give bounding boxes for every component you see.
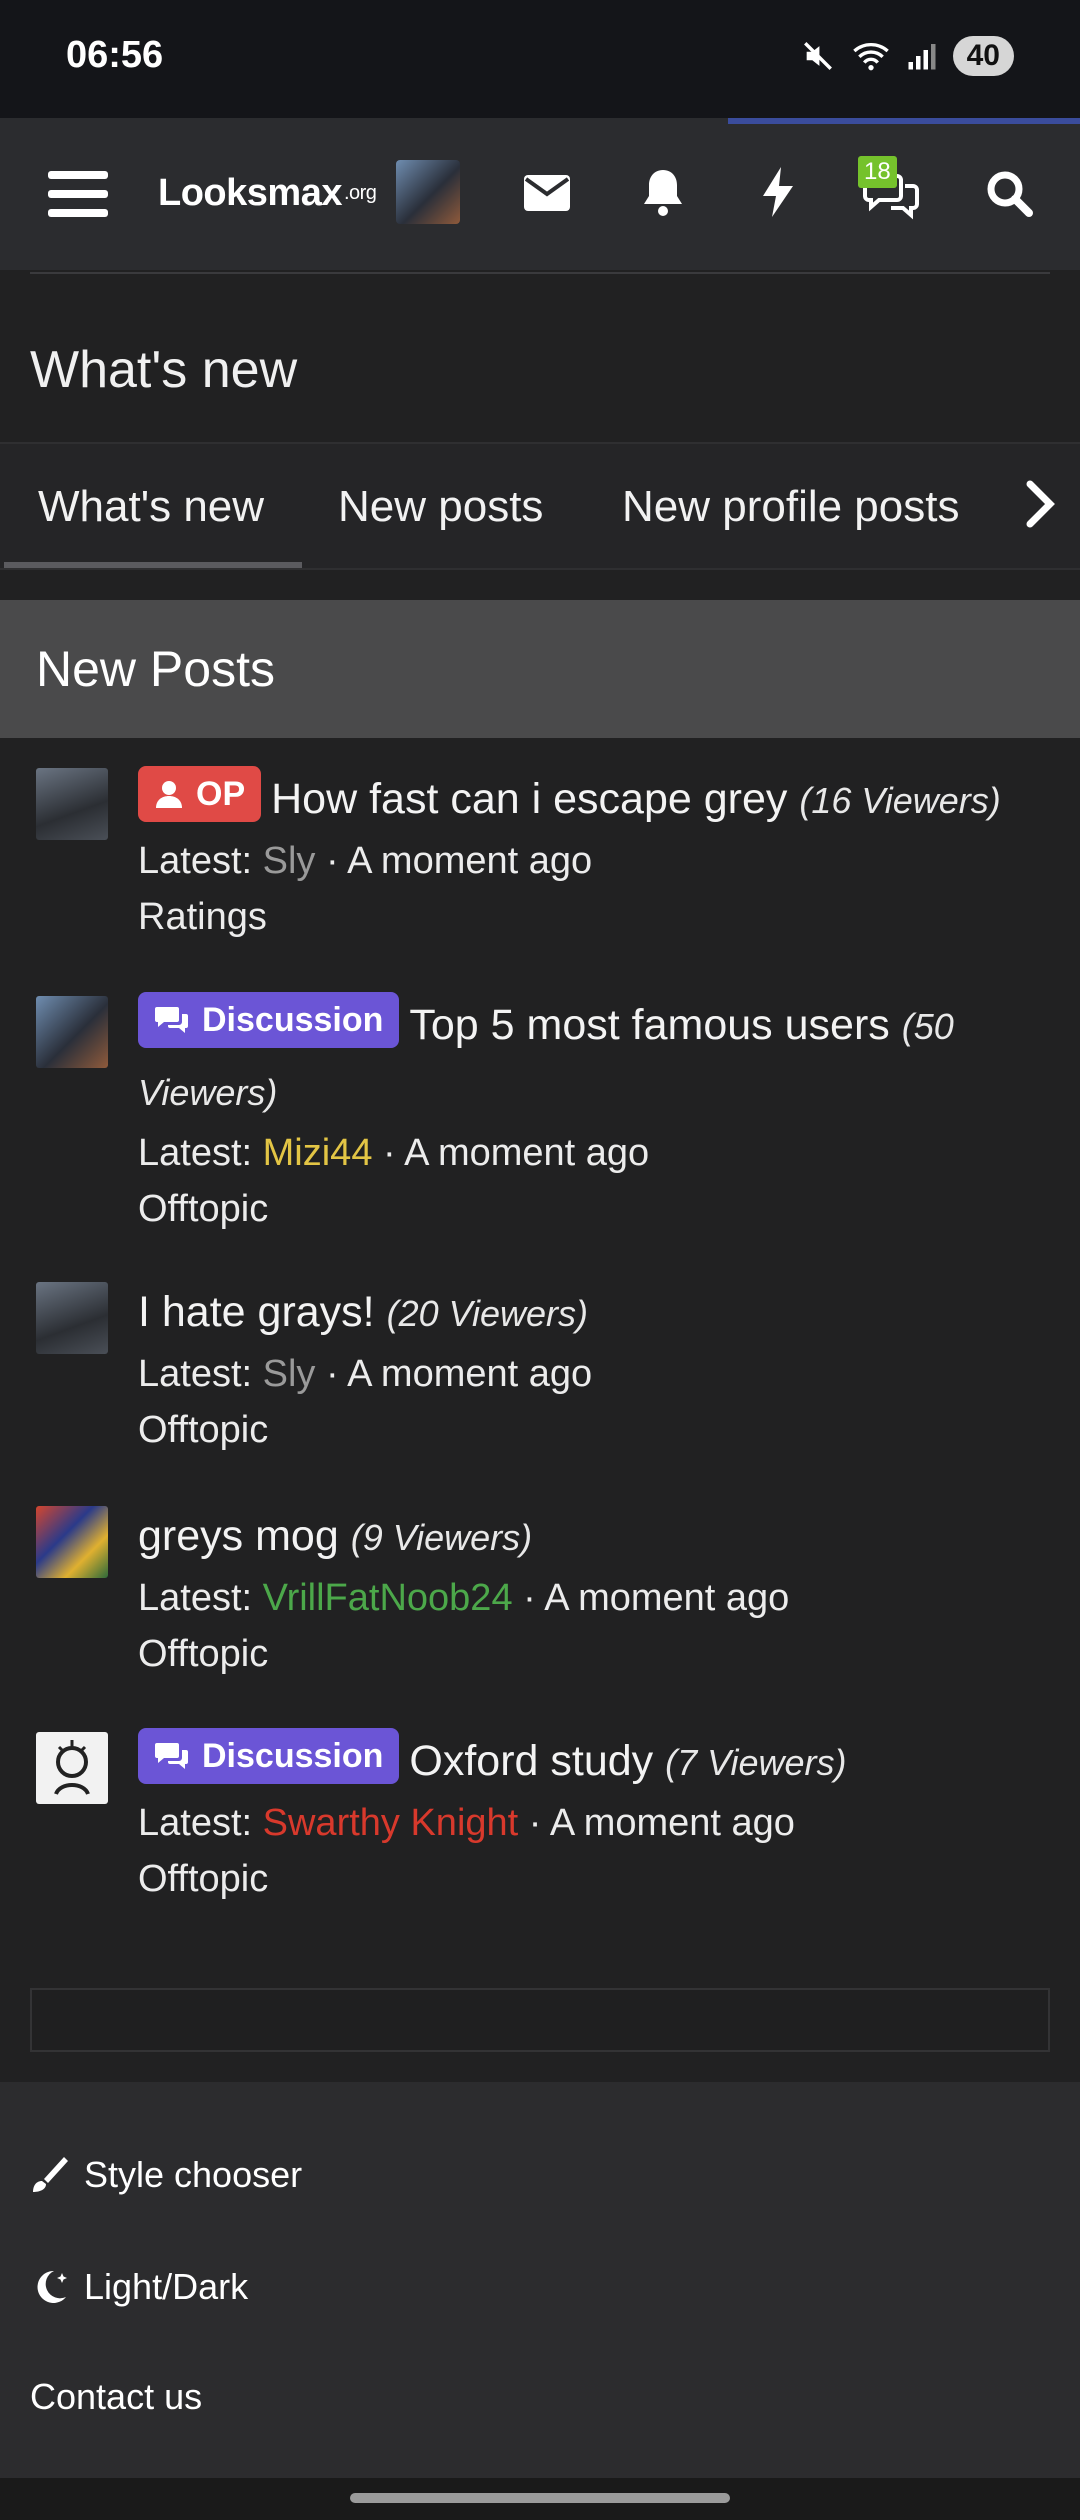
tab-new-posts[interactable]: New posts (338, 482, 543, 532)
lightning-icon (763, 167, 793, 217)
contact-us-link[interactable]: Contact us (30, 2376, 202, 2418)
thread-title[interactable]: Oxford study (409, 1737, 653, 1785)
latest-prefix: Latest: (138, 1802, 253, 1844)
content-footer-box (30, 1988, 1050, 2052)
site-logo[interactable]: Lᴏᴏksmax .org (158, 172, 377, 215)
paintbrush-icon (33, 2157, 68, 2192)
tabs-scroll-right[interactable] (1020, 478, 1070, 534)
site-header: Lᴏᴏksmax .org 18 (0, 118, 1080, 270)
viewer-count: (20 Viewers) (386, 1293, 589, 1334)
forum-name[interactable]: Offtopic (138, 1402, 1038, 1458)
chat-icon (155, 1743, 188, 1769)
discussion-label: Discussion (138, 1728, 400, 1784)
section-header: New Posts (0, 600, 1080, 738)
inbox-button[interactable] (520, 166, 574, 220)
latest-user[interactable]: Swarthy Knight (263, 1802, 519, 1844)
header-divider (30, 272, 1050, 274)
status-time: 06:56 (66, 34, 164, 76)
forum-name[interactable]: Ratings (138, 889, 1038, 945)
thread-title[interactable]: How fast can i escape grey (271, 775, 787, 823)
tab-active-indicator (4, 562, 302, 568)
status-icons: 40 (801, 36, 1014, 76)
latest-prefix: Latest: (138, 1132, 253, 1174)
envelope-icon (524, 175, 570, 211)
avatar[interactable] (36, 996, 108, 1068)
forum-name[interactable]: Offtopic (138, 1851, 1038, 1907)
alerts-button[interactable] (636, 162, 690, 222)
home-gesture-pill[interactable] (350, 2493, 730, 2503)
menu-button[interactable] (46, 168, 110, 220)
thread-title[interactable]: I hate grays! (138, 1288, 375, 1336)
user-avatar[interactable] (396, 160, 460, 224)
latest-user[interactable]: Sly (263, 1353, 316, 1395)
notification-count-badge: 18 (858, 156, 897, 188)
chat-icon (155, 1007, 188, 1033)
post-time: · A moment ago (528, 1802, 795, 1844)
avatar[interactable] (36, 768, 108, 840)
user-icon (156, 781, 182, 808)
latest-user[interactable]: Mizi44 (263, 1132, 373, 1174)
status-bar: 06:56 40 (0, 0, 1080, 118)
discussion-label: Discussion (138, 992, 400, 1048)
post-time: · A moment ago (326, 840, 593, 882)
chevron-right-icon (1026, 480, 1055, 528)
viewer-count: (9 Viewers) (350, 1517, 533, 1558)
page-footer: Style chooser Light/Dark Contact us (0, 2082, 1080, 2478)
section-title: New Posts (36, 641, 275, 697)
logo-suffix: .org (343, 182, 377, 204)
tab-bar: What's new New posts New profile posts (0, 442, 1080, 570)
post-time: · A moment ago (383, 1132, 650, 1174)
battery-indicator: 40 (952, 36, 1014, 76)
post-time: · A moment ago (523, 1577, 790, 1619)
wifi-icon (852, 43, 889, 71)
moon-icon (37, 2270, 67, 2303)
signal-icon (908, 44, 936, 70)
tab-whats-new[interactable]: What's new (38, 482, 264, 532)
tab-new-profile-posts[interactable]: New profile posts (622, 482, 959, 532)
page-title: What's new (30, 341, 298, 399)
avatar[interactable] (36, 1506, 108, 1578)
op-label: OP (138, 766, 262, 822)
avatar-emblem (54, 1740, 90, 1795)
forum-name[interactable]: Offtopic (138, 1181, 1038, 1237)
viewer-count: (7 Viewers) (665, 1742, 847, 1783)
latest-prefix: Latest: (138, 840, 253, 882)
thread-title[interactable]: Top 5 most famous users (409, 1001, 889, 1049)
thread-title[interactable]: greys mog (138, 1512, 339, 1560)
avatar[interactable] (36, 1732, 108, 1804)
viewer-count: (16 Viewers) (799, 780, 1001, 821)
header-accent-bar (728, 118, 1080, 124)
latest-prefix: Latest: (138, 1577, 253, 1619)
forum-name[interactable]: Offtopic (138, 1626, 1038, 1682)
bell-icon (644, 170, 682, 216)
search-icon (987, 171, 1033, 217)
mute-icon (803, 42, 832, 70)
latest-prefix: Latest: (138, 1353, 253, 1395)
style-chooser-link[interactable]: Style chooser (30, 2154, 302, 2196)
avatar[interactable] (36, 1282, 108, 1354)
search-button[interactable] (982, 166, 1036, 220)
latest-user[interactable]: VrillFatNoob24 (263, 1577, 513, 1619)
hamburger-icon (48, 171, 108, 217)
logo-text: Lᴏᴏksmax (158, 172, 342, 214)
light-dark-toggle[interactable]: Light/Dark (30, 2266, 248, 2308)
whats-new-button[interactable] (756, 162, 800, 222)
latest-user[interactable]: Sly (263, 840, 316, 882)
post-time: · A moment ago (326, 1353, 593, 1395)
